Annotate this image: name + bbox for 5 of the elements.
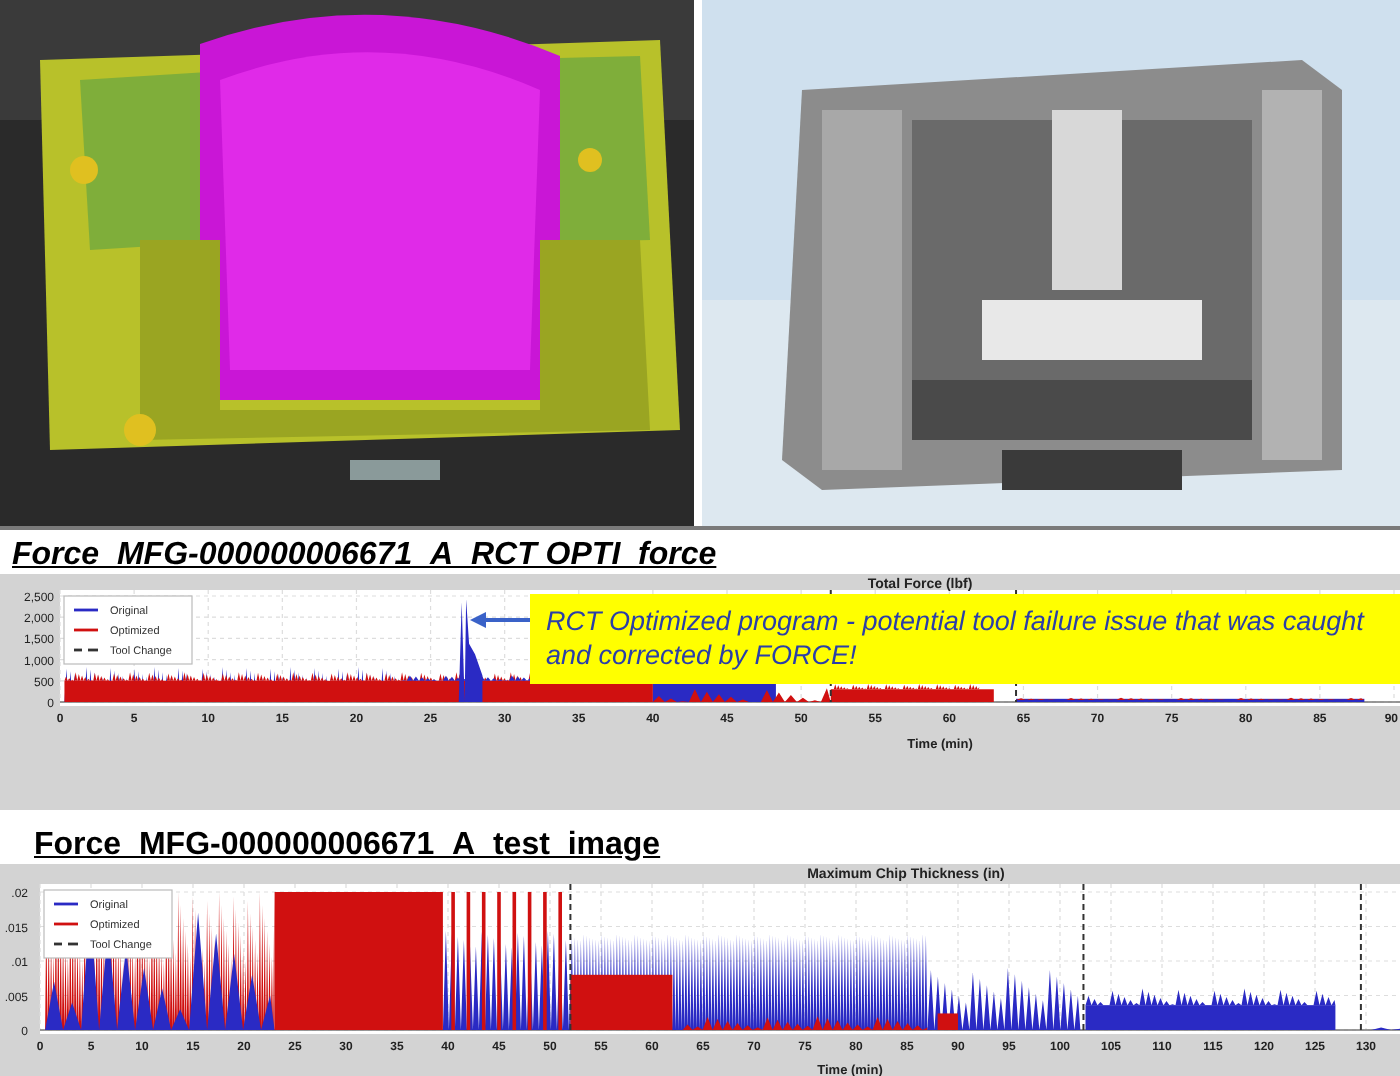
legend-box (43, 889, 173, 959)
chart-heading: Force_MFG-000000006671_A_test_image (34, 826, 661, 864)
arrow-icon (470, 612, 530, 628)
callout-note: RCT Optimized program - potential tool failure issue that was caught and corrected by FORCE! (530, 594, 1400, 684)
chart-heading: Force_MFG-000000006671_A_RCT OPTI_force (12, 536, 717, 574)
